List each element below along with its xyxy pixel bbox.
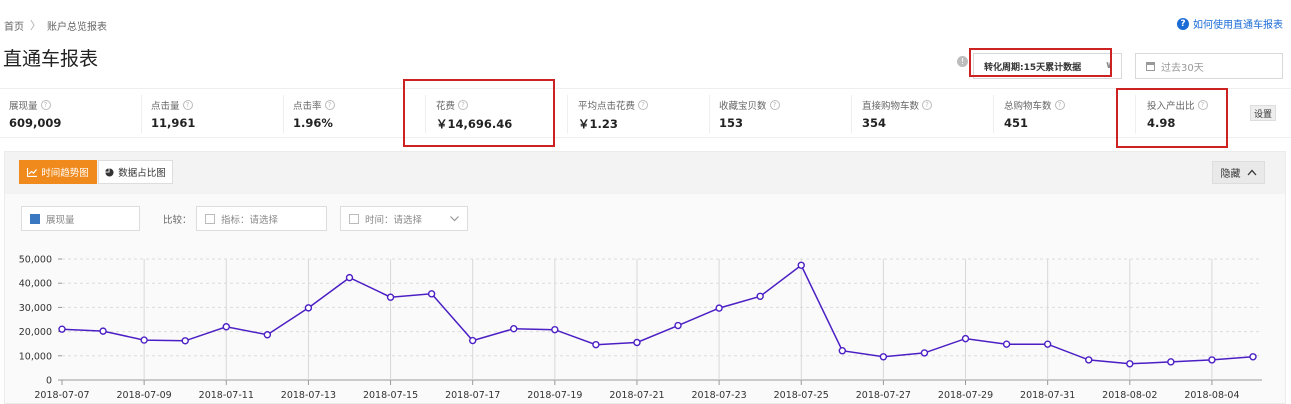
line-chart-icon	[27, 167, 38, 177]
question-icon[interactable]: ?	[769, 100, 780, 110]
metric-avg-cpc[interactable]: 平均点击花费? ￥1.23	[578, 89, 720, 139]
metric-label: 点击量	[151, 101, 180, 112]
question-icon[interactable]: ?	[324, 100, 335, 110]
metric-label: 点击率	[293, 101, 322, 112]
breadcrumb-home[interactable]: 首页	[4, 18, 24, 33]
page-title: 直通车报表	[3, 48, 99, 70]
metric-impressions[interactable]: 展现量? 609,009	[9, 89, 151, 139]
tab-label: 数据占比图	[118, 168, 166, 179]
pie-chart-icon	[105, 167, 114, 177]
series-color-swatch	[30, 213, 40, 224]
metric-value: 11,961	[151, 116, 196, 130]
divider	[141, 95, 142, 133]
divider	[709, 95, 710, 133]
calendar-icon	[1146, 61, 1155, 71]
breadcrumb-current: 账户总览报表	[47, 21, 107, 33]
metric-label: 平均点击花费	[578, 101, 636, 112]
compare-metric-value: 指标：请选择	[221, 214, 279, 226]
metric-direct-cart[interactable]: 直接购物车数? 354	[862, 89, 1004, 139]
info-icon[interactable]: !	[957, 56, 968, 67]
question-icon[interactable]: ?	[40, 100, 51, 110]
metric-clicks[interactable]: 点击量? 11,961	[151, 89, 293, 139]
question-icon[interactable]: ?	[922, 100, 933, 110]
checkbox[interactable]	[349, 213, 359, 224]
chart-panel-header: 时间趋势图 数据占比图 隐藏	[5, 152, 1285, 194]
compare-time-value: 时间：请选择	[365, 214, 423, 226]
series-selector[interactable]: 展现量	[21, 206, 140, 231]
settings-button[interactable]: 设置	[1250, 105, 1276, 121]
chevron-up-icon	[1247, 169, 1256, 176]
metric-label: 收藏宝贝数	[719, 101, 767, 112]
divider	[851, 95, 852, 133]
series-selector-value: 展现量	[46, 214, 75, 226]
highlight-box-cost	[403, 79, 555, 147]
metric-value: 451	[1004, 116, 1029, 130]
chart-panel: 时间趋势图 数据占比图 隐藏 展现量 比较： 指标：请选择 时间：请选择	[4, 151, 1286, 404]
metric-favorites[interactable]: 收藏宝贝数? 153	[719, 89, 861, 139]
divider	[993, 95, 994, 133]
compare-label: 比较：	[163, 215, 192, 226]
checkbox[interactable]	[205, 213, 215, 224]
question-icon[interactable]: ?	[1054, 100, 1065, 110]
metric-value: 1.96%	[293, 116, 333, 130]
divider	[567, 95, 568, 133]
question-icon[interactable]: ?	[182, 100, 193, 110]
metric-value: 153	[719, 116, 744, 130]
date-range-value: 过去30天	[1161, 62, 1204, 74]
divider	[283, 95, 284, 133]
help-label: 如何使用直通车报表	[1193, 20, 1283, 31]
breadcrumb: 首页 〉 账户总览报表	[4, 17, 107, 33]
highlight-box-roi	[1116, 88, 1228, 148]
hide-label: 隐藏	[1220, 169, 1241, 180]
tab-time-trend[interactable]: 时间趋势图	[19, 160, 97, 184]
metric-label: 直接购物车数	[862, 101, 920, 112]
question-icon[interactable]: ?	[638, 100, 649, 110]
metrics-bar: 展现量? 609,009 点击量? 11,961 点击率? 1.96% 花费? …	[0, 88, 1291, 138]
chevron-down-icon	[450, 216, 459, 222]
compare-time-select[interactable]: 时间：请选择	[340, 206, 468, 231]
question-icon: ?	[1177, 17, 1189, 30]
help-link[interactable]: ? 如何使用直通车报表	[1177, 16, 1283, 31]
metric-value: ￥1.23	[578, 117, 618, 131]
breadcrumb-separator: 〉	[30, 19, 41, 32]
compare-metric-select[interactable]: 指标：请选择	[196, 206, 327, 231]
metric-value: 354	[862, 116, 887, 130]
tab-label: 时间趋势图	[41, 168, 89, 179]
tab-data-ratio[interactable]: 数据占比图	[98, 160, 173, 184]
highlight-box-period	[969, 48, 1112, 77]
metric-label: 展现量	[9, 101, 38, 112]
hide-chart-button[interactable]: 隐藏	[1212, 161, 1265, 184]
date-range-select[interactable]: 过去30天	[1135, 53, 1283, 79]
metric-value: 609,009	[9, 116, 62, 130]
metric-label: 总购物车数	[1004, 101, 1052, 112]
